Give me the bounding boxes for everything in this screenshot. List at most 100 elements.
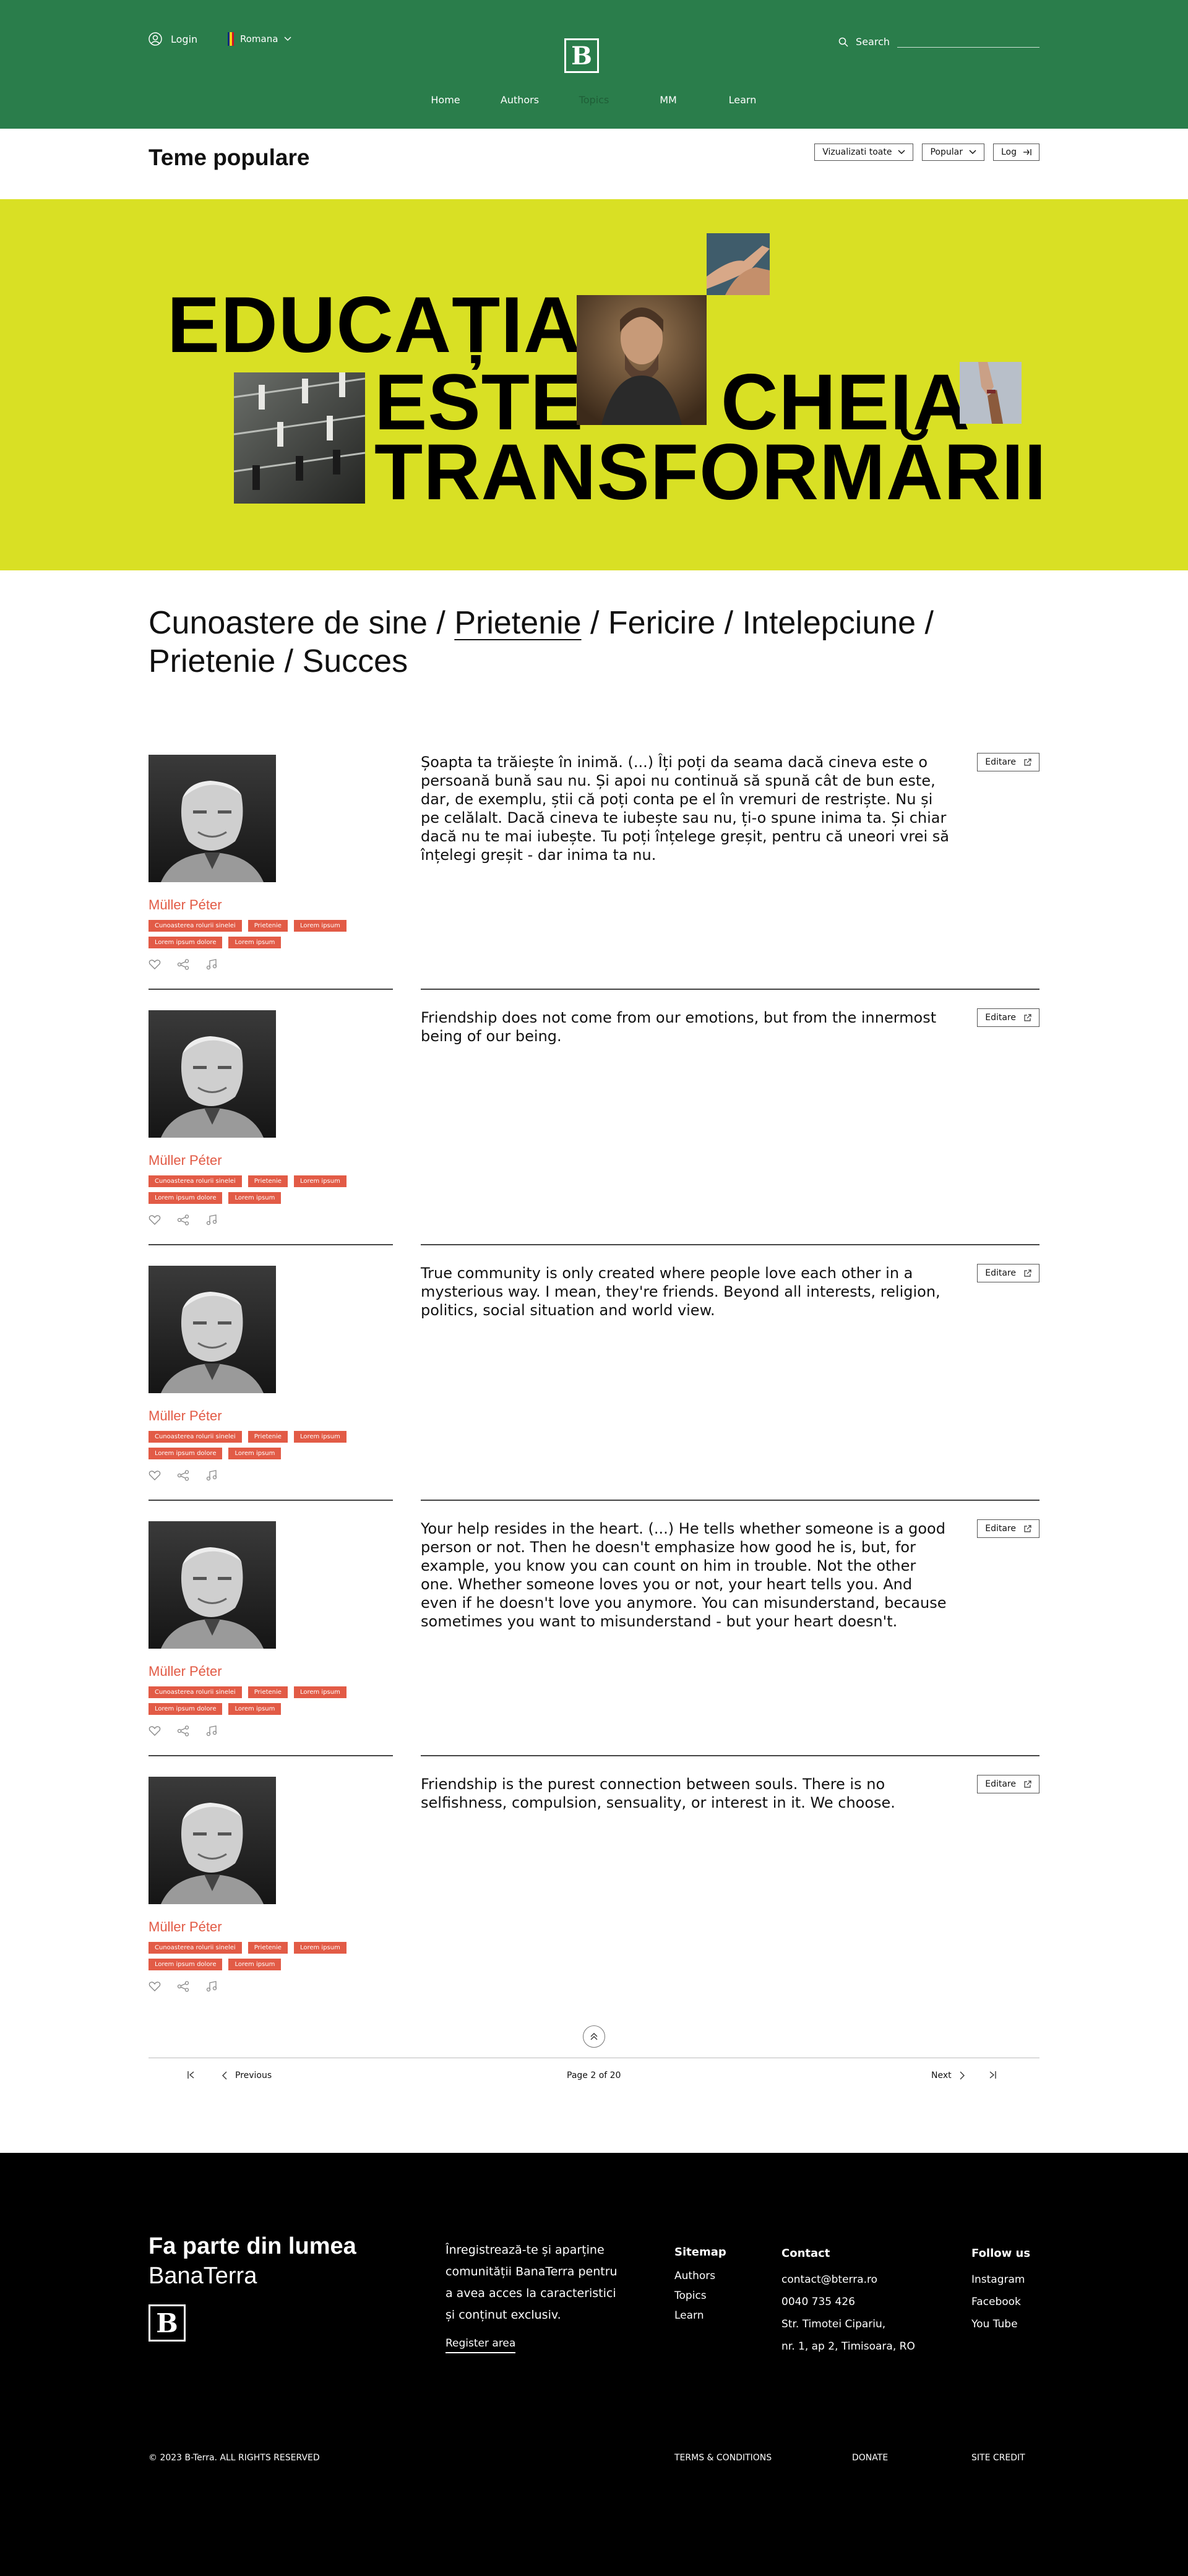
- music-icon[interactable]: [205, 1981, 218, 1992]
- topic-tag[interactable]: Prietenie: [248, 1686, 288, 1698]
- topic-tag[interactable]: Prietenie: [248, 1431, 288, 1443]
- topic-tag[interactable]: Lorem ipsum dolore: [148, 937, 223, 948]
- topic-tag[interactable]: Lorem ipsum: [228, 1192, 282, 1204]
- topic-tag[interactable]: Cunoasterea rolurii sinelei: [148, 1431, 242, 1443]
- topic-tag[interactable]: Lorem ipsum: [228, 937, 282, 948]
- topic-tag[interactable]: Prietenie: [248, 920, 288, 932]
- author-portrait[interactable]: [148, 1521, 276, 1649]
- terms-link[interactable]: TERMS & CONDITIONS: [674, 2453, 772, 2463]
- heart-icon[interactable]: [148, 959, 161, 970]
- author-name[interactable]: Müller Péter: [148, 897, 222, 913]
- edit-button[interactable]: Editare: [977, 1519, 1040, 1538]
- quote-text: Your help resides in the heart. (...) He…: [421, 1520, 947, 1630]
- quote-card: Müller Péter Cunoasterea rolurii sinelei P…: [148, 1500, 1040, 1754]
- hero-photo-portrait: [577, 295, 707, 425]
- search-field[interactable]: Search: [838, 36, 1040, 48]
- chevron-down-icon: [898, 150, 906, 155]
- previous-page-button[interactable]: Previous: [222, 2071, 272, 2080]
- heart-icon[interactable]: [148, 1981, 161, 1992]
- contact-phone[interactable]: 0040 735 426: [781, 2291, 915, 2313]
- share-icon[interactable]: [177, 1470, 189, 1481]
- topic-tag[interactable]: Lorem ipsum: [293, 1942, 346, 1954]
- hero-banner: EDUCAȚIA ESTE CHEIA TRANSFORMĂRII: [0, 199, 1188, 570]
- follow-instagram[interactable]: Instagram: [971, 2269, 1030, 2291]
- topic-tag[interactable]: Cunoasterea rolurii sinelei: [148, 1942, 242, 1954]
- music-icon[interactable]: [205, 1470, 218, 1481]
- topic-tag[interactable]: Lorem ipsum: [228, 1448, 282, 1459]
- topic-tag[interactable]: Cunoasterea rolurii sinelei: [148, 1175, 242, 1187]
- login-link[interactable]: Login: [148, 32, 197, 46]
- sitemap-link-authors[interactable]: Authors: [674, 2266, 726, 2286]
- nav-home[interactable]: Home: [408, 94, 483, 106]
- edit-button[interactable]: Editare: [977, 1008, 1040, 1027]
- nav-learn[interactable]: Learn: [705, 94, 780, 106]
- author-portrait[interactable]: [148, 755, 276, 882]
- site-logo[interactable]: B: [564, 38, 599, 73]
- music-icon[interactable]: [205, 1214, 218, 1226]
- language-label: Romana: [240, 33, 278, 45]
- next-page-button[interactable]: Next: [931, 2071, 965, 2080]
- follow-facebook[interactable]: Facebook: [971, 2291, 1030, 2313]
- scroll-top-button[interactable]: [583, 2025, 605, 2048]
- author-name[interactable]: Müller Péter: [148, 1664, 222, 1680]
- tag-list: Cunoasterea rolurii sinelei Prietenie Lore…: [148, 1175, 384, 1204]
- topic-tag[interactable]: Lorem ipsum dolore: [148, 1448, 223, 1459]
- quote-actions: [148, 1214, 218, 1226]
- register-link[interactable]: Register area: [446, 2337, 516, 2353]
- nav-topics[interactable]: Topics: [557, 94, 631, 106]
- site-credit-link[interactable]: SITE CREDIT: [971, 2453, 1025, 2463]
- heart-icon[interactable]: [148, 1725, 161, 1737]
- author-name[interactable]: Müller Péter: [148, 1408, 222, 1424]
- topic-tag[interactable]: Lorem ipsum dolore: [148, 1192, 223, 1204]
- author-portrait[interactable]: [148, 1266, 276, 1393]
- topic-tag[interactable]: Lorem ipsum: [293, 1175, 346, 1187]
- edit-button[interactable]: Editare: [977, 753, 1040, 771]
- nav-mm[interactable]: MM: [631, 94, 705, 106]
- edit-button[interactable]: Editare: [977, 1264, 1040, 1282]
- footer-logo[interactable]: B: [148, 2304, 186, 2342]
- topic-active[interactable]: Prietenie: [454, 605, 581, 641]
- topic-list-before[interactable]: Cunoastere de sine /: [148, 605, 454, 641]
- author-name[interactable]: Müller Péter: [148, 1153, 222, 1169]
- chevron-right-icon: [960, 2071, 965, 2080]
- log-button[interactable]: Log: [992, 144, 1040, 161]
- heart-icon[interactable]: [148, 1214, 161, 1226]
- topic-tag[interactable]: Lorem ipsum: [228, 1703, 282, 1715]
- topic-tag[interactable]: Lorem ipsum: [293, 1431, 346, 1443]
- sitemap-link-topics[interactable]: Topics: [674, 2286, 726, 2306]
- share-icon[interactable]: [177, 1214, 189, 1226]
- topic-tag[interactable]: Lorem ipsum: [293, 920, 346, 932]
- share-icon[interactable]: [177, 959, 189, 970]
- nav-authors[interactable]: Authors: [483, 94, 557, 106]
- edit-button[interactable]: Editare: [977, 1775, 1040, 1793]
- first-page-button[interactable]: [187, 2071, 196, 2079]
- music-icon[interactable]: [205, 1725, 218, 1737]
- topic-tag[interactable]: Prietenie: [248, 1942, 288, 1954]
- author-name[interactable]: Müller Péter: [148, 1919, 222, 1935]
- topic-tag[interactable]: Cunoasterea rolurii sinelei: [148, 920, 242, 932]
- topic-tag[interactable]: Lorem ipsum: [228, 1959, 282, 1970]
- author-portrait[interactable]: [148, 1777, 276, 1904]
- topic-tag[interactable]: Lorem ipsum: [293, 1686, 346, 1698]
- contact-address-1: Str. Timotei Cipariu,: [781, 2318, 886, 2330]
- last-page-button[interactable]: [988, 2071, 997, 2079]
- sitemap-link-learn[interactable]: Learn: [674, 2306, 726, 2325]
- author-portrait[interactable]: [148, 1010, 276, 1138]
- search-input[interactable]: [897, 36, 1040, 48]
- quote-text: Șoapta ta trăiește în inimă. (...) Îți p…: [421, 753, 950, 864]
- language-selector[interactable]: Romana: [228, 32, 291, 46]
- topic-tag[interactable]: Lorem ipsum dolore: [148, 1703, 223, 1715]
- contact-email[interactable]: contact@bterra.ro: [781, 2269, 915, 2291]
- view-all-select[interactable]: Vizualizati toate: [814, 144, 914, 161]
- share-icon[interactable]: [177, 1981, 189, 1992]
- music-icon[interactable]: [205, 959, 218, 970]
- share-icon[interactable]: [177, 1725, 189, 1737]
- sort-select[interactable]: Popular: [922, 144, 984, 161]
- heart-icon[interactable]: [148, 1470, 161, 1481]
- donate-link[interactable]: DONATE: [852, 2453, 888, 2463]
- follow-youtube[interactable]: You Tube: [971, 2313, 1030, 2335]
- topic-tag[interactable]: Cunoasterea rolurii sinelei: [148, 1686, 242, 1698]
- topic-tag[interactable]: Prietenie: [248, 1175, 288, 1187]
- quote-card: Müller Péter Cunoasterea rolurii sinelei P…: [148, 989, 1040, 1243]
- topic-tag[interactable]: Lorem ipsum dolore: [148, 1959, 223, 1970]
